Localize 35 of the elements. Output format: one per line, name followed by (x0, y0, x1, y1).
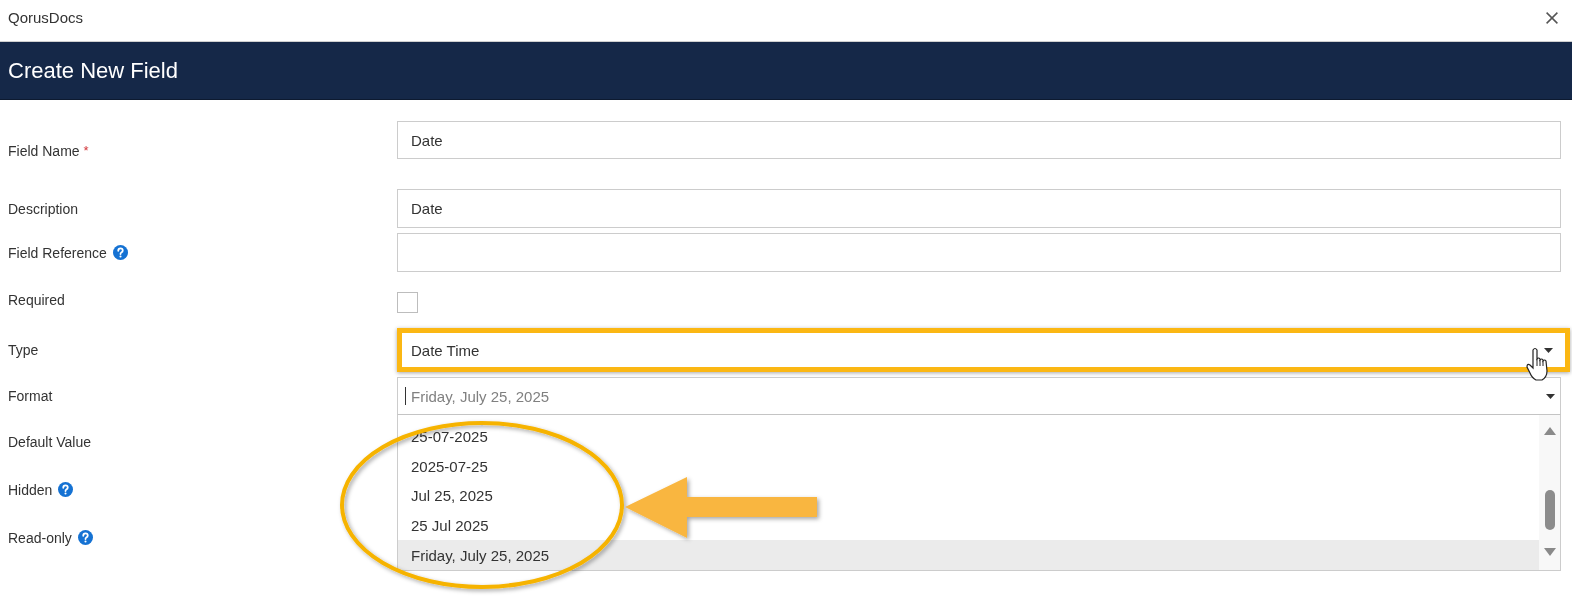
field-label: Read-only (8, 529, 72, 546)
required-asterisk: * (83, 143, 89, 159)
text-field[interactable]: Date (397, 189, 1561, 228)
dropdown-option[interactable]: 25-07-2025 (398, 422, 1539, 452)
help-icon[interactable] (58, 482, 74, 497)
dropdown-option[interactable]: Jul 25, 2025 (398, 481, 1539, 511)
field-label: Format (8, 388, 53, 404)
field-label: Type (8, 342, 39, 358)
window-title: QorusDocs (8, 9, 84, 26)
text-cursor-icon (405, 387, 406, 405)
field-label: Hidden (8, 481, 53, 498)
text-field[interactable] (397, 233, 1561, 272)
scrollbar[interactable] (1539, 415, 1560, 570)
checkbox[interactable] (397, 292, 418, 313)
scrollbar-thumb[interactable] (1544, 490, 1555, 530)
dropdown-option[interactable]: 25 Jul 2025 (398, 510, 1539, 541)
text-field[interactable]: Date (397, 121, 1561, 159)
close-icon[interactable] (1546, 12, 1558, 24)
dropdown-select[interactable]: Date Time (397, 328, 1570, 372)
dropdown-option[interactable]: 2025-07-25 (398, 451, 1539, 482)
combobox[interactable]: Friday, July 25, 2025 (397, 377, 1561, 415)
field-label: Default Value (8, 433, 91, 450)
scroll-down-icon[interactable] (1543, 548, 1556, 556)
caret-icon (1544, 347, 1553, 353)
field-label: Field Reference (8, 244, 107, 261)
caret-icon (1546, 394, 1555, 399)
help-icon[interactable] (112, 245, 128, 260)
field-label: Description (8, 200, 79, 217)
scroll-up-icon[interactable] (1543, 427, 1556, 435)
field-label: Field Name (8, 143, 80, 159)
hand-cursor-icon (1526, 347, 1550, 381)
dropdown-option[interactable]: Friday, July 25, 2025 (398, 540, 1539, 570)
field-label: Required (8, 292, 65, 308)
help-icon[interactable] (77, 530, 93, 545)
dialog-title: Create New Field (8, 57, 178, 84)
